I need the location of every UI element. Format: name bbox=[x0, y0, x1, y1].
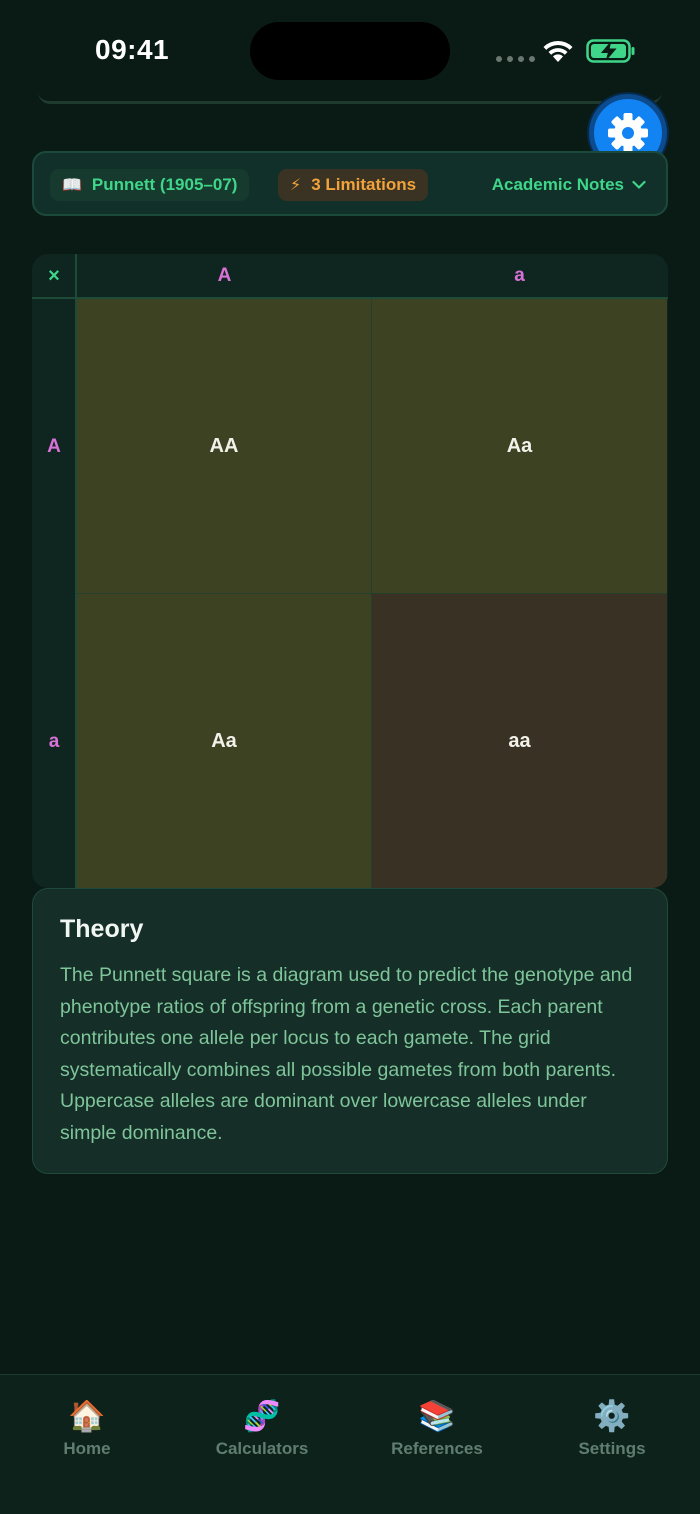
tab-label: Calculators bbox=[215, 1439, 309, 1458]
gear-icon: ⚙️ bbox=[593, 1400, 631, 1433]
punnett-square: × A a A a AA Aa Aa aa bbox=[32, 254, 668, 888]
theory-title: Theory bbox=[60, 915, 144, 943]
dynamic-island bbox=[250, 22, 450, 80]
book-icon: 📖 bbox=[62, 177, 82, 194]
genotype-cell[interactable]: aa bbox=[372, 594, 667, 888]
house-icon: 🏠 bbox=[68, 1400, 106, 1433]
tab-calculators[interactable]: 🧬 Calculators bbox=[192, 1399, 332, 1459]
header-divider bbox=[75, 254, 77, 888]
tab-bar: 🏠 Home 🧬 Calculators 📚 References ⚙️ Set… bbox=[0, 1374, 700, 1514]
reference-chip-label: Punnett (1905–07) bbox=[91, 175, 238, 194]
genotype-cell[interactable]: Aa bbox=[77, 594, 372, 888]
column-allele-header: A bbox=[217, 265, 232, 286]
cellular-signal-icon bbox=[496, 56, 535, 62]
cross-symbol: × bbox=[48, 264, 60, 287]
theory-card: Theory The Punnett square is a diagram u… bbox=[32, 888, 668, 1174]
collapsed-panel-edge bbox=[38, 92, 662, 104]
column-allele-header: a bbox=[514, 265, 525, 286]
status-time: 09:41 bbox=[95, 34, 170, 65]
status-bar: 09:41 bbox=[0, 0, 700, 100]
limitations-chip-label: 3 Limitations bbox=[311, 175, 417, 194]
dna-icon: 🧬 bbox=[243, 1400, 281, 1433]
tab-home[interactable]: 🏠 Home bbox=[17, 1399, 157, 1459]
academic-notes-label: Academic Notes bbox=[491, 175, 624, 194]
reference-chip-bar: 📖 Punnett (1905–07) ⚡ 3 Limitations Acad… bbox=[32, 151, 668, 216]
header-divider bbox=[32, 297, 668, 299]
tab-label: References bbox=[391, 1439, 483, 1458]
tab-references[interactable]: 📚 References bbox=[367, 1399, 507, 1459]
chevron-down-icon bbox=[632, 180, 646, 189]
academic-notes-toggle[interactable]: Academic Notes bbox=[492, 175, 646, 195]
theory-body: The Punnett square is a diagram used to … bbox=[60, 964, 633, 1144]
genotype-cell[interactable]: AA bbox=[77, 299, 372, 594]
row-allele-header: A bbox=[47, 435, 61, 457]
row-allele-header: a bbox=[48, 730, 60, 752]
battery-charging-icon bbox=[586, 39, 635, 63]
books-icon: 📚 bbox=[418, 1400, 456, 1433]
lightning-icon: ⚡ bbox=[290, 177, 302, 194]
tab-label: Home bbox=[63, 1439, 111, 1458]
limitations-chip[interactable]: ⚡ 3 Limitations bbox=[278, 169, 429, 201]
tab-settings[interactable]: ⚙️ Settings bbox=[542, 1399, 682, 1459]
wifi-icon bbox=[543, 40, 573, 62]
gear-icon bbox=[608, 113, 648, 153]
reference-chip[interactable]: 📖 Punnett (1905–07) bbox=[50, 169, 250, 201]
genotype-cell[interactable]: Aa bbox=[372, 299, 667, 594]
tab-label: Settings bbox=[578, 1439, 646, 1458]
